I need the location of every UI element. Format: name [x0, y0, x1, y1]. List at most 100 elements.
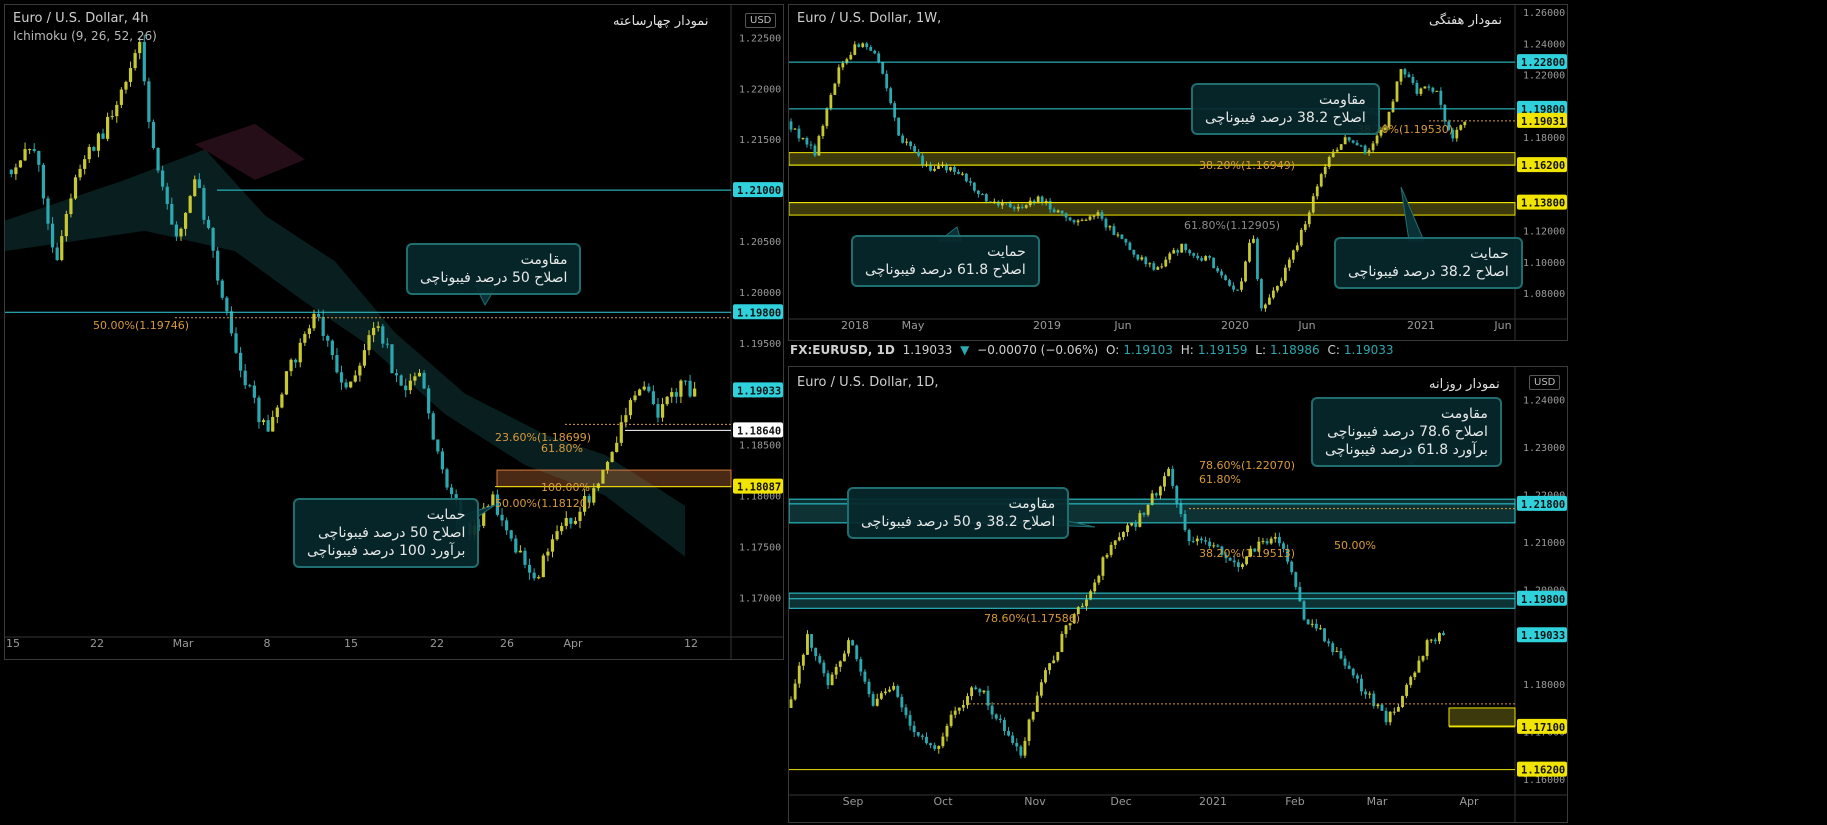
- candle-body: [1142, 513, 1146, 515]
- chart-4h[interactable]: 1.22500 1.22000 1.21500 1.21000 1.20500 1.200…: [4, 4, 784, 660]
- y-tick-label: 1.12000: [1523, 227, 1565, 238]
- candle-body: [138, 42, 142, 54]
- callout-line: حمایت: [426, 507, 466, 523]
- candle-body: [1092, 215, 1096, 217]
- candle-body: [1204, 540, 1207, 542]
- open-label: O:: [1106, 343, 1120, 357]
- candle-body: [1168, 253, 1172, 260]
- candle-body: [1421, 656, 1425, 661]
- candle-body: [555, 531, 559, 540]
- candle-body: [349, 381, 353, 388]
- low-label: L:: [1255, 343, 1267, 357]
- candle-body: [1392, 711, 1396, 713]
- x-tick-label: Sep: [843, 795, 864, 808]
- chart-1w-plot[interactable]: 1.260001.240001.220001.200001.180001.160…: [789, 5, 1567, 340]
- candle-body: [1343, 137, 1347, 145]
- candle-body: [1331, 643, 1335, 652]
- candle-body: [1184, 243, 1188, 251]
- candle-body: [933, 745, 937, 749]
- candle-body: [18, 160, 23, 168]
- candle-body: [312, 313, 316, 329]
- price-tag-label: 1.19033: [1521, 630, 1565, 642]
- candle-body: [929, 743, 933, 746]
- candle-body: [961, 705, 965, 708]
- candle-body: [1003, 720, 1006, 732]
- support-callout[interactable]: حمایت اصلاح 50 درصد فیبوناچی برآورد 100 …: [293, 498, 480, 568]
- candle-body: [1391, 101, 1395, 112]
- candle-body: [1140, 257, 1144, 260]
- candle-body: [1039, 682, 1043, 696]
- x-tick-label: Jun: [1113, 319, 1131, 332]
- currency-badge[interactable]: USD: [745, 13, 777, 28]
- candle-body: [321, 316, 325, 336]
- candle-body: [1117, 537, 1121, 541]
- support-callout[interactable]: حمایت اصلاح 38.2 درصد فیبوناچی: [1334, 237, 1523, 289]
- price-tag-label: 1.22800: [1521, 57, 1565, 69]
- candle-body: [624, 415, 628, 423]
- callout-line: مقاومت: [1008, 496, 1056, 512]
- resistance-callout[interactable]: مقاومت اصلاح 50 درصد فیبوناچی: [406, 243, 582, 295]
- candle-body: [417, 372, 422, 377]
- zone-box: [789, 152, 1516, 166]
- candle-body: [1024, 205, 1028, 208]
- candle-body: [1154, 493, 1158, 496]
- candle-body: [805, 137, 809, 145]
- candle-body: [1048, 663, 1052, 671]
- candle-body: [813, 145, 817, 156]
- candle-body: [1104, 218, 1108, 228]
- candle-body: [1012, 207, 1016, 209]
- candle-body: [78, 168, 82, 178]
- candle-body: [413, 376, 417, 381]
- resistance-callout[interactable]: مقاومت اصلاح 38.2 درصد فیبوناچی: [1191, 83, 1380, 135]
- candle-body: [953, 167, 956, 172]
- candle-body: [793, 128, 797, 130]
- candle-body: [883, 691, 887, 694]
- chart-1w[interactable]: 1.260001.240001.220001.200001.180001.160…: [788, 4, 1568, 341]
- candle-body: [900, 696, 904, 708]
- candle-body: [945, 725, 949, 737]
- candle-body: [275, 407, 279, 417]
- candle-body: [1384, 710, 1388, 723]
- x-tick-label: Dec: [1110, 795, 1131, 808]
- candle-body: [1188, 250, 1192, 254]
- callout-line: حمایت: [1470, 246, 1509, 262]
- candle-body: [904, 707, 908, 716]
- callout-line: برآورد 100 درصد فیبوناچی: [307, 543, 466, 559]
- candle-body: [851, 640, 855, 646]
- candle-body: [957, 171, 960, 174]
- candle-body: [151, 121, 156, 148]
- candle-body: [1273, 536, 1277, 539]
- candle-body: [674, 392, 678, 397]
- candle-body: [431, 413, 435, 440]
- y-tick-label: 1.17500: [739, 542, 781, 553]
- candle-body: [573, 520, 578, 524]
- candle-body: [23, 149, 27, 161]
- resistance-callout[interactable]: مقاومت اصلاح 78.6 درصد فیبوناچی برآورد 6…: [1311, 397, 1502, 467]
- candle-body: [1439, 90, 1443, 105]
- x-tick-label: Jun: [1493, 319, 1511, 332]
- candle-body: [404, 385, 408, 391]
- candle-body: [889, 88, 893, 104]
- candle-body: [179, 228, 183, 237]
- candle-body: [161, 170, 165, 187]
- candle-body: [1295, 245, 1299, 251]
- candle-body: [1407, 74, 1411, 77]
- candle-body: [1279, 280, 1283, 287]
- support-callout[interactable]: حمایت اصلاح 61.8 درصد فیبوناچی: [851, 235, 1040, 287]
- candle-body: [841, 63, 845, 68]
- candle-body: [1272, 290, 1275, 298]
- ichimoku-indicator-label[interactable]: Ichimoku (9, 26, 52, 26): [13, 29, 157, 43]
- chart-1d[interactable]: 1.240001.230001.220001.210001.200001.190…: [788, 366, 1568, 823]
- close-value: 1.19033: [1343, 343, 1394, 357]
- candle-body: [1411, 76, 1415, 83]
- x-tick-label: 2018: [841, 319, 869, 332]
- currency-badge[interactable]: USD: [1529, 375, 1561, 390]
- candle-body: [638, 389, 642, 396]
- candle-body: [1275, 286, 1279, 291]
- candle-body: [358, 365, 362, 376]
- zone-box: [789, 592, 1516, 609]
- callout-line: مقاومت: [520, 252, 568, 268]
- resistance-callout[interactable]: مقاومت اصلاح 38.2 و 50 درصد فیبوناچی: [847, 487, 1070, 539]
- symbol-label[interactable]: FX:EURUSD, 1D: [790, 343, 895, 357]
- candle-body: [688, 380, 692, 397]
